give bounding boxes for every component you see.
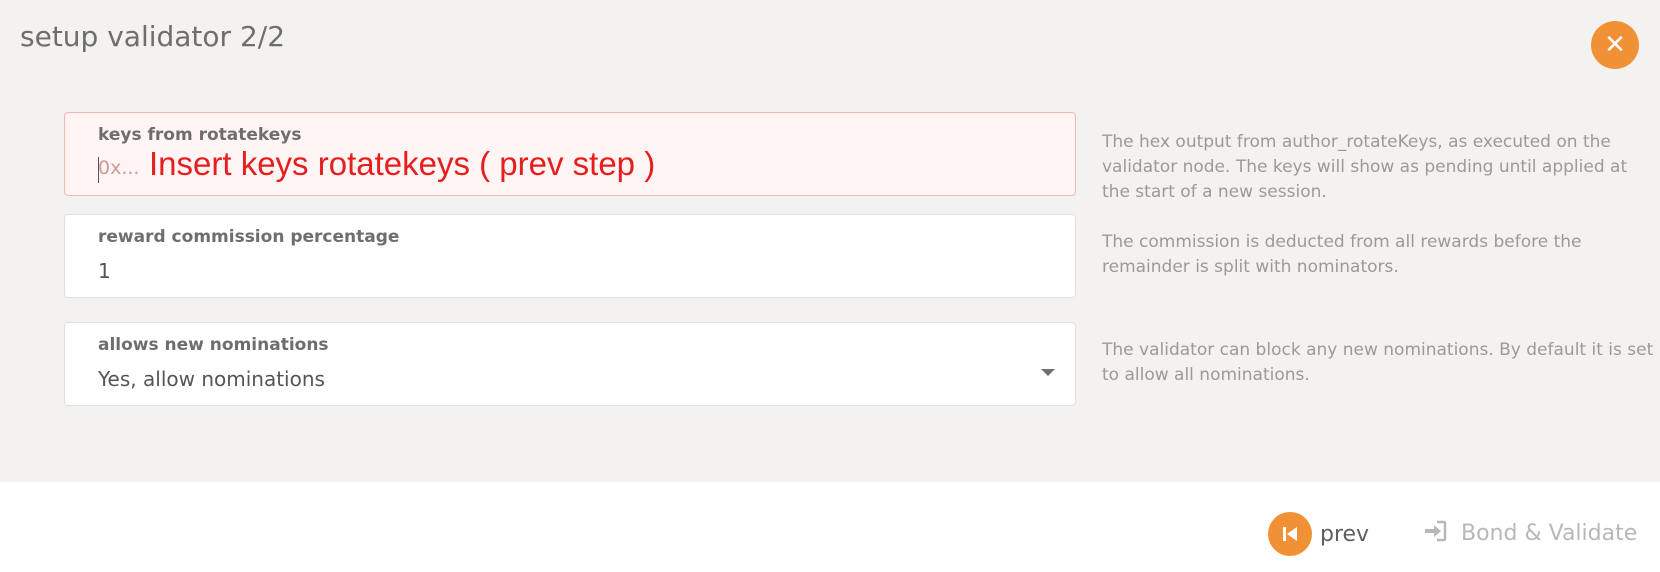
modal-content: setup validator 2/2 ✕ keys from rotateke… — [0, 0, 1660, 482]
bond-validate-button[interactable]: Bond & Validate — [1423, 520, 1637, 546]
keys-help-text: The hex output from author_rotateKeys, a… — [1102, 132, 1628, 202]
prev-button-label: prev — [1320, 521, 1370, 547]
commission-field-label: reward commission percentage — [98, 227, 400, 247]
modal-title: setup validator 2/2 — [20, 20, 286, 53]
keys-field[interactable]: keys from rotatekeys 0x... Insert keys r… — [64, 112, 1076, 196]
keys-input-placeholder[interactable]: 0x... — [98, 157, 139, 179]
sign-in-icon — [1423, 520, 1447, 546]
nominations-selected-value[interactable]: Yes, allow nominations — [98, 367, 325, 391]
nominations-dropdown[interactable]: allows new nominations Yes, allow nomina… — [64, 322, 1076, 406]
annotation-note: Insert keys rotatekeys ( prev step ) — [149, 145, 656, 182]
dropdown-arrow-icon[interactable] — [1041, 369, 1055, 376]
keys-field-label: keys from rotatekeys — [98, 125, 302, 145]
nominations-help-text: The validator can block any new nominati… — [1102, 340, 1654, 385]
commission-input[interactable]: 1 — [98, 259, 111, 283]
close-icon: ✕ — [1604, 30, 1626, 60]
bond-validate-label: Bond & Validate — [1461, 520, 1638, 546]
nominations-field-label: allows new nominations — [98, 335, 329, 355]
commission-help-text: The commission is deducted from all rewa… — [1102, 232, 1582, 277]
step-backward-icon — [1268, 512, 1312, 556]
commission-field[interactable]: reward commission percentage 1 — [64, 214, 1076, 298]
prev-button[interactable]: prev — [1268, 512, 1369, 556]
close-button[interactable]: ✕ — [1591, 21, 1639, 69]
